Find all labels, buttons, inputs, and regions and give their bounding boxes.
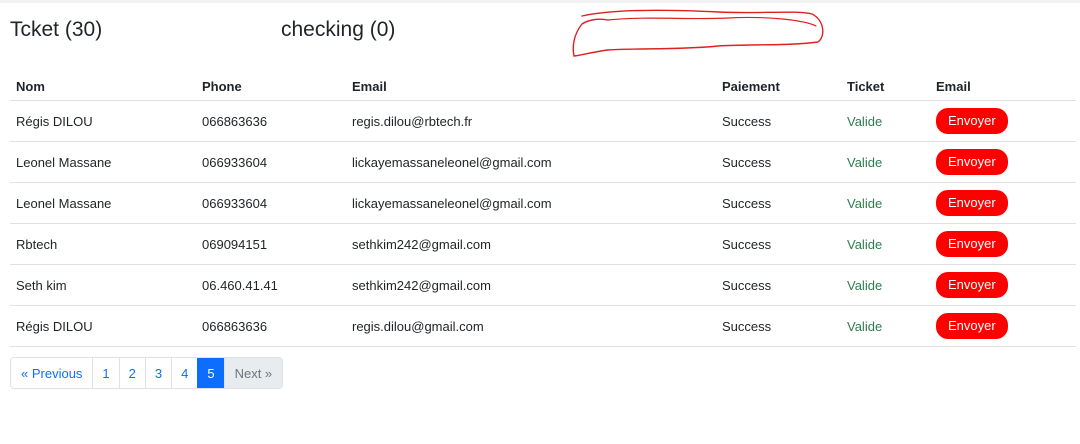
pagination-page-3[interactable]: 3 <box>144 358 172 388</box>
cell-paiement: Success <box>716 305 841 347</box>
cell-action: Envoyer <box>930 100 1076 142</box>
column-header-ticket: Ticket <box>841 72 930 101</box>
pagination-page-2[interactable]: 2 <box>118 358 145 388</box>
cell-action: Envoyer <box>930 141 1076 183</box>
cell-email: lickayemassaneleonel@gmail.com <box>346 182 716 224</box>
cell-paiement: Success <box>716 100 841 142</box>
pagination-previous[interactable]: « Previous <box>11 358 93 388</box>
tickets-count-title: Tcket (30) <box>10 18 103 41</box>
cell-ticket-status: Valide <box>841 182 930 224</box>
column-header-phone: Phone <box>196 72 346 101</box>
column-header-nom: Nom <box>10 72 196 101</box>
send-button[interactable]: Envoyer <box>936 108 1008 134</box>
tickets-table: Nom Phone Email Paiement Ticket Email Ré… <box>10 72 1076 347</box>
cell-email: regis.dilou@gmail.com <box>346 305 716 347</box>
cell-phone: 06.460.41.41 <box>196 264 346 306</box>
column-header-paiement: Paiement <box>716 72 841 101</box>
send-button[interactable]: Envoyer <box>936 190 1008 216</box>
table-row: Seth kim 06.460.41.41 sethkim242@gmail.c… <box>10 264 1076 306</box>
table-row: Rbtech 069094151 sethkim242@gmail.com Su… <box>10 223 1076 265</box>
column-header-email: Email <box>346 72 716 101</box>
table-row: Leonel Massane 066933604 lickayemassanel… <box>10 141 1076 183</box>
page: Tcket (30) checking (0) Nom Phone Email … <box>0 0 1080 444</box>
cell-nom: Seth kim <box>10 264 196 306</box>
redaction-scribble <box>572 9 824 57</box>
send-button[interactable]: Envoyer <box>936 313 1008 339</box>
cell-ticket-status: Valide <box>841 223 930 265</box>
column-header-email-action: Email <box>930 72 1076 101</box>
cell-phone: 066863636 <box>196 305 346 347</box>
cell-nom: Leonel Massane <box>10 182 196 224</box>
top-strip <box>0 0 1080 3</box>
cell-email: sethkim242@gmail.com <box>346 264 716 306</box>
send-button[interactable]: Envoyer <box>936 231 1008 257</box>
cell-nom: Rbtech <box>10 223 196 265</box>
cell-action: Envoyer <box>930 264 1076 306</box>
cell-ticket-status: Valide <box>841 141 930 183</box>
cell-phone: 069094151 <box>196 223 346 265</box>
pagination: « Previous 1 2 3 4 5 Next » <box>10 357 284 389</box>
table-row: Régis DILOU 066863636 regis.dilou@rbtech… <box>10 100 1076 142</box>
cell-ticket-status: Valide <box>841 264 930 306</box>
cell-paiement: Success <box>716 223 841 265</box>
cell-action: Envoyer <box>930 223 1076 265</box>
send-button[interactable]: Envoyer <box>936 272 1008 298</box>
cell-action: Envoyer <box>930 182 1076 224</box>
table-header-row: Nom Phone Email Paiement Ticket Email <box>10 72 1076 101</box>
cell-phone: 066863636 <box>196 100 346 142</box>
pagination-page-1[interactable]: 1 <box>92 358 119 388</box>
cell-email: lickayemassaneleonel@gmail.com <box>346 141 716 183</box>
cell-email: sethkim242@gmail.com <box>346 223 716 265</box>
cell-email: regis.dilou@rbtech.fr <box>346 100 716 142</box>
cell-ticket-status: Valide <box>841 100 930 142</box>
checking-count-title: checking (0) <box>281 18 396 41</box>
cell-nom: Régis DILOU <box>10 305 196 347</box>
cell-ticket-status: Valide <box>841 305 930 347</box>
cell-nom: Leonel Massane <box>10 141 196 183</box>
pagination-page-5-active[interactable]: 5 <box>197 358 224 388</box>
pagination-next: Next » <box>223 358 283 388</box>
pagination-page-4[interactable]: 4 <box>171 358 198 388</box>
cell-nom: Régis DILOU <box>10 100 196 142</box>
cell-action: Envoyer <box>930 305 1076 347</box>
cell-phone: 066933604 <box>196 182 346 224</box>
cell-paiement: Success <box>716 182 841 224</box>
table-row: Régis DILOU 066863636 regis.dilou@gmail.… <box>10 305 1076 347</box>
table-row: Leonel Massane 066933604 lickayemassanel… <box>10 182 1076 224</box>
cell-paiement: Success <box>716 141 841 183</box>
send-button[interactable]: Envoyer <box>936 149 1008 175</box>
cell-paiement: Success <box>716 264 841 306</box>
cell-phone: 066933604 <box>196 141 346 183</box>
